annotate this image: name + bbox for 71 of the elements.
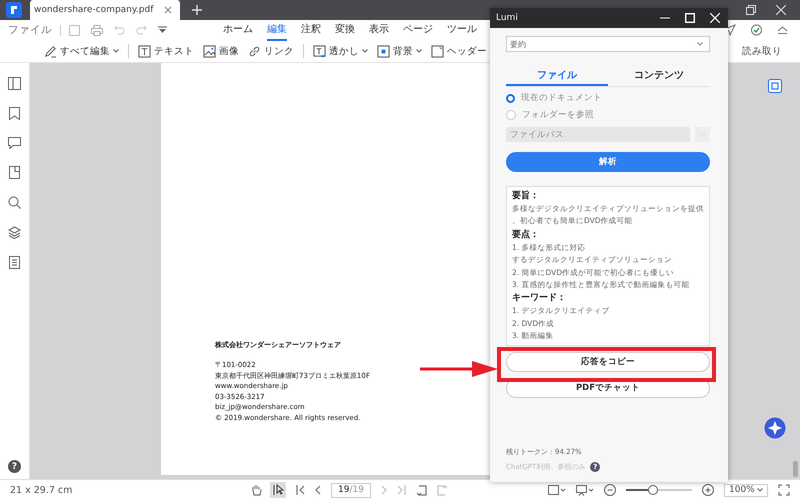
document-tab[interactable]: wondershare-company.pdf [30,0,180,20]
page-layout-icon[interactable] [548,485,566,495]
menu-tab[interactable]: 注釈 [301,19,321,41]
previous-page-icon[interactable] [315,485,321,495]
thumbnails-icon[interactable] [8,77,21,90]
source-tab[interactable]: コンテンツ [608,68,710,86]
help-button[interactable]: ? [8,460,21,473]
toolbar-button[interactable]: ヘッダー [431,44,487,58]
toolbar-button[interactable]: すべて編集 [44,44,119,58]
tab-title: wondershare-company.pdf [34,5,154,15]
scrollbar[interactable] [793,461,798,477]
result-heading: キーワード： [512,292,567,306]
menu-tab[interactable]: ホーム [223,19,253,41]
menu-tab[interactable]: ページ [403,19,433,41]
restore-icon[interactable] [746,5,756,15]
page-icon[interactable] [9,166,20,179]
presentation-icon[interactable] [576,484,594,496]
caret-icon [757,488,763,492]
cloud-check-icon[interactable] [750,24,763,36]
rotate-icon[interactable] [416,484,427,496]
zoom-in-icon[interactable] [702,484,714,496]
new-tab-icon[interactable] [192,5,202,15]
result-heading: 要点： [512,228,540,242]
collapse-icon[interactable] [777,26,788,34]
analyze-button[interactable]: 解析 [506,152,710,172]
page-number-field[interactable]: 19/19 [331,482,371,498]
text-box-icon [138,44,151,58]
zoom-slider[interactable] [626,485,692,495]
link-icon [248,44,261,58]
menu-tab[interactable]: 編集 [267,19,287,41]
toolbar-button[interactable]: 背景 [377,44,422,58]
background-icon [377,44,390,58]
radio-label: 現在のドキュメント [521,92,602,104]
copy-response-button[interactable]: 応答をコピー [506,352,710,372]
result-heading: 要旨： [512,190,540,203]
zoom-out-icon[interactable] [604,484,616,496]
page-size: 21 x 29.7 cm [10,484,72,496]
dropdown-icon[interactable] [158,26,167,34]
menu-tab[interactable]: 変換 [335,19,355,41]
app-logo-icon [6,2,22,18]
header-icon [431,44,444,58]
radio-button[interactable] [506,94,515,102]
menu-tab[interactable]: 表示 [369,19,389,41]
hand-icon[interactable] [251,484,262,496]
radio-button[interactable] [506,110,516,120]
select-cursor-icon[interactable] [270,482,286,498]
toolbar-button[interactable]: 画像 [203,44,239,58]
file-menu[interactable]: ファイル [8,24,61,36]
zoom-dropdown[interactable]: 100% [724,484,768,496]
toolbar-button[interactable]: テキスト [138,44,194,58]
menu-tab[interactable]: ツール [447,19,477,41]
pen-icon [44,44,57,58]
first-page-icon[interactable] [296,485,305,495]
watermark-icon [313,44,326,58]
maximize-icon[interactable] [685,13,695,23]
layers-icon[interactable] [8,226,21,239]
assistant-icon[interactable] [764,417,786,439]
read-aloud-button[interactable]: 読み取り [742,44,782,58]
source-tab[interactable]: ファイル [506,68,608,86]
toolbar-button[interactable]: リンク [248,44,294,58]
mode-dropdown[interactable]: 要約 [506,36,710,52]
form-icon[interactable] [9,256,20,269]
bookmark-icon[interactable] [9,107,20,120]
caret-icon [697,42,703,46]
fit-page-icon[interactable] [778,484,790,496]
image-icon [203,44,216,58]
search-icon[interactable] [8,196,21,209]
window-title: Lumi [496,13,518,23]
radio-label: フォルダーを参照 [522,109,594,121]
comment-icon[interactable] [8,137,21,149]
toolbar-button[interactable]: 透かし [313,44,368,58]
